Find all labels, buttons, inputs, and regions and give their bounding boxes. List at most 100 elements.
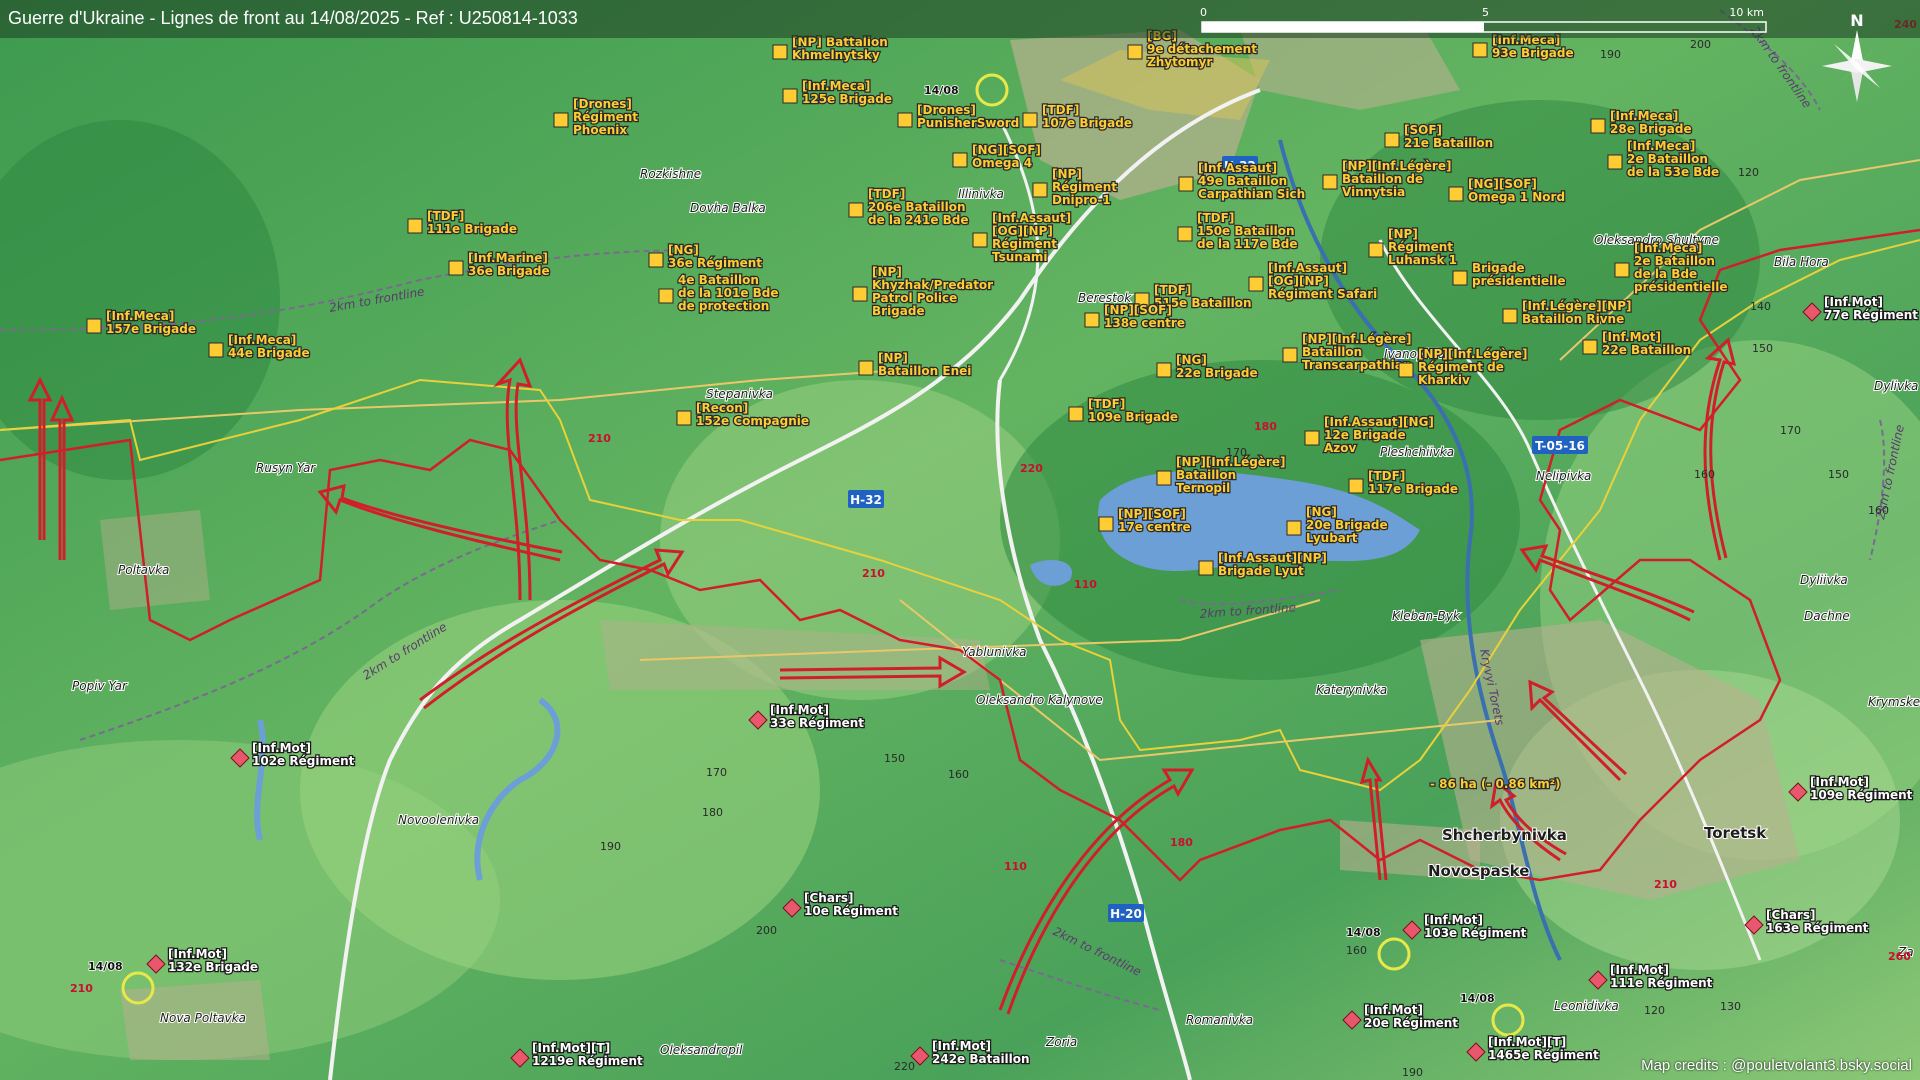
map-canvas[interactable]: Rozkishne Dovha Balka Illinivka Berestok…: [0, 0, 1920, 1080]
place-name: Dachne: [1804, 609, 1850, 623]
unit-label: Bataillon: [1176, 468, 1236, 482]
svg-text:H-20: H-20: [1110, 907, 1142, 921]
unit-label: [Inf.Meca]: [1634, 241, 1702, 255]
ua-unit-marker[interactable]: [Inf.Légère][NP]Bataillon Rivne: [1502, 298, 1633, 327]
unit-label: 1465e Régiment: [1488, 1048, 1599, 1062]
unit-label: [NP]: [1052, 167, 1082, 181]
unit-label: [Inf.Assaut]: [992, 211, 1071, 225]
unit-label: 22e Brigade: [1176, 366, 1258, 380]
unit-label: 93e Brigade: [1492, 46, 1574, 60]
unit-label: [NG]: [668, 243, 699, 257]
unit-label: [Inf.Mot]: [1424, 913, 1483, 927]
svg-text:170: 170: [706, 766, 727, 779]
svg-text:180: 180: [702, 806, 723, 819]
unit-label: [NP]: [1388, 227, 1418, 241]
place-name: Leonidivka: [1554, 999, 1619, 1013]
unit-label: Dnipro-1: [1052, 193, 1111, 207]
road-number: 210: [70, 982, 93, 995]
unit-label: [Inf.Meca]: [228, 333, 296, 347]
unit-label: de la Bde: [1634, 267, 1697, 281]
unit-label: 111e Régiment: [1610, 976, 1713, 990]
place-name: Yablunivka: [962, 645, 1026, 659]
unit-label: 163e Régiment: [1766, 921, 1869, 935]
unit-label: [OG][NP]: [992, 224, 1053, 238]
unit-label: 12e Brigade: [1324, 428, 1406, 442]
ua-unit-icon: [1286, 520, 1302, 536]
unit-label: [SOF]: [1404, 123, 1442, 137]
unit-label: 132e Brigade: [168, 960, 258, 974]
unit-label: [TDF]: [1368, 469, 1405, 483]
ua-unit-icon: [407, 218, 423, 234]
ua-unit-icon: [1384, 132, 1400, 148]
svg-text:120: 120: [1644, 1004, 1665, 1017]
unit-label: [Inf.Meca]: [1610, 109, 1678, 123]
ua-unit-icon: [1502, 308, 1518, 324]
unit-label: [Inf.Mot]: [1610, 963, 1669, 977]
road-number: 210: [862, 567, 885, 580]
unit-label: Omega 1 Nord: [1468, 190, 1565, 204]
unit-label: [Inf.Meca]: [106, 309, 174, 323]
unit-label: Carpathian Sich: [1198, 187, 1305, 201]
svg-text:150: 150: [884, 752, 905, 765]
map-title: Guerre d'Ukraine - Lignes de front au 14…: [8, 8, 578, 28]
svg-text:140: 140: [1750, 300, 1771, 313]
unit-label: 125e Brigade: [802, 92, 892, 106]
unit-label: [NG]: [1176, 353, 1207, 367]
unit-label: [NG][SOF]: [972, 143, 1041, 157]
road-number: 260: [1888, 950, 1911, 963]
ua-unit-icon: [1198, 560, 1214, 576]
road-number: 210: [588, 432, 611, 445]
svg-text:190: 190: [1600, 48, 1621, 61]
place-name: Zoria: [1045, 1035, 1077, 1049]
place-name: Shcherbynivka: [1442, 826, 1567, 844]
unit-label: [OG][NP]: [1268, 274, 1329, 288]
unit-label: 117e Brigade: [1368, 482, 1458, 496]
place-name: Rusyn Yar: [256, 461, 316, 475]
ua-unit-icon: [658, 288, 674, 304]
unit-label: 22e Bataillon: [1602, 343, 1691, 357]
svg-text:200: 200: [756, 924, 777, 937]
unit-label: de la 53e Bde: [1627, 165, 1719, 179]
unit-label: 20e Brigade: [1306, 518, 1388, 532]
unit-label: [Inf.Mot]: [1602, 330, 1661, 344]
unit-label: [Inf.Mot]: [1810, 775, 1869, 789]
unit-label: 10e Régiment: [804, 904, 898, 918]
place-name: Pleshchiivka: [1380, 445, 1454, 459]
place-name: Toretsk: [1704, 824, 1767, 842]
unit-label: 33e Régiment: [770, 716, 864, 730]
highway-shield: H-32: [848, 490, 884, 508]
unit-label: Régiment: [1052, 180, 1117, 194]
unit-label: 109e Brigade: [1088, 410, 1178, 424]
unit-label: de protection: [678, 299, 769, 313]
unit-label: 21e Bataillon: [1404, 136, 1493, 150]
unit-label: [TDF]: [1154, 283, 1191, 297]
unit-label: 28e Brigade: [1610, 122, 1692, 136]
highway-shield: T-05-16: [1532, 436, 1588, 454]
ua-unit-icon: [852, 286, 868, 302]
ua-unit-icon: [1022, 112, 1038, 128]
svg-text:14/08: 14/08: [1460, 992, 1495, 1005]
unit-label: [NP][SOF]: [1104, 303, 1172, 317]
unit-label: Régiment: [1388, 240, 1453, 254]
unit-label: Phoenix: [573, 123, 627, 137]
road-number: 210: [1654, 878, 1677, 891]
ua-unit-icon: [1178, 176, 1194, 192]
svg-text:T-05-16: T-05-16: [1535, 439, 1585, 453]
unit-label: 36e Brigade: [468, 264, 550, 278]
unit-label: Patrol Police: [872, 291, 957, 305]
unit-label: 1219e Régiment: [532, 1054, 643, 1068]
unit-label: [Recon]: [696, 401, 748, 415]
ua-unit-icon: [858, 360, 874, 376]
unit-label: [Inf.Assaut]: [1198, 161, 1277, 175]
unit-label: Zhytomyr: [1147, 55, 1212, 69]
ua-unit-icon: [1472, 42, 1488, 58]
unit-label: 2e Bataillon: [1634, 254, 1715, 268]
unit-label: [Inf.Assaut]: [1268, 261, 1347, 275]
ua-unit-icon: [1098, 516, 1114, 532]
map-credits: Map credits : @pouletvolant3.bsky.social: [1641, 1057, 1912, 1074]
place-name: Novoolenivka: [398, 813, 479, 827]
unit-label: PunisherSword: [917, 116, 1019, 130]
unit-label: Omega 4: [972, 156, 1032, 170]
ua-unit-icon: [448, 260, 464, 276]
unit-label: Régiment de: [1418, 360, 1504, 374]
